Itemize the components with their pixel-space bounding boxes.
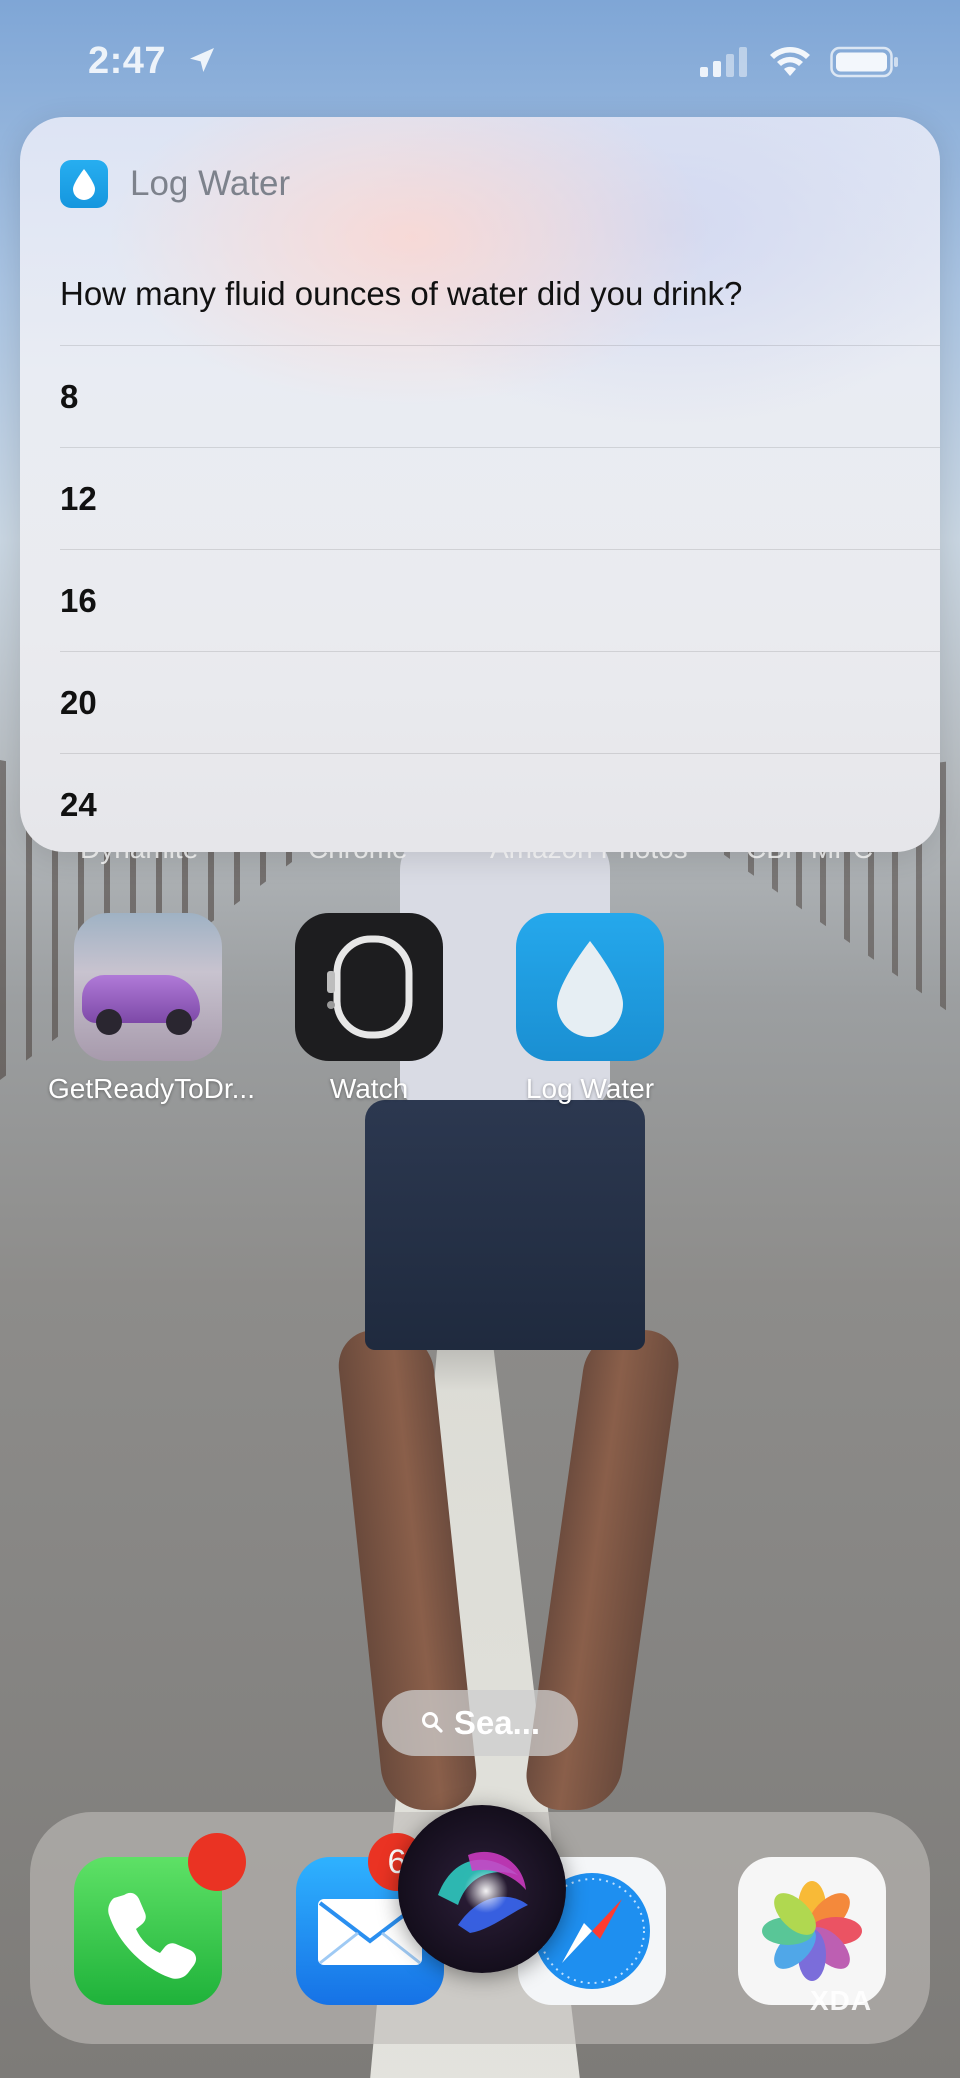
card-header: Log Water	[60, 159, 290, 209]
dock-photos-app[interactable]	[738, 1857, 886, 2005]
option-8[interactable]: 8	[60, 345, 940, 447]
app-label-watch: Watch	[329, 1073, 409, 1104]
option-list: 8 12 16 20 24	[60, 345, 940, 852]
card-question: How many fluid ounces of water did you d…	[60, 275, 743, 312]
siri-shortcut-card: Log Water How many fluid ounces of water…	[20, 117, 940, 852]
option-24[interactable]: 24	[60, 753, 940, 852]
search-label: Sea...	[453, 1704, 541, 1741]
search-icon	[420, 1704, 444, 1742]
watch-icon	[295, 913, 443, 1061]
water-drop-icon	[516, 913, 664, 1061]
water-drop-icon	[60, 160, 108, 208]
car-photo-icon	[74, 913, 222, 1061]
home-search-pill[interactable]: Sea...	[382, 1690, 578, 1756]
option-16[interactable]: 16	[60, 549, 940, 651]
option-12[interactable]: 12	[60, 447, 940, 549]
status-bar: 2:47	[0, 0, 960, 120]
app-log-water[interactable]: Log Water	[490, 913, 690, 1105]
app-label-getready: GetReadyToDr...	[48, 1073, 255, 1104]
cellular-signal-icon	[700, 47, 750, 82]
phone-badge	[188, 1833, 246, 1891]
card-app-name: Log Water	[130, 164, 291, 203]
wifi-icon	[768, 46, 812, 83]
app-label-log-water: Log Water	[525, 1073, 655, 1104]
xda-watermark: XDA	[810, 1985, 873, 2016]
app-watch[interactable]: Watch	[269, 913, 469, 1105]
option-20[interactable]: 20	[60, 651, 940, 753]
battery-icon	[830, 46, 900, 83]
siri-orb-icon[interactable]	[398, 1805, 566, 1973]
location-arrow-icon	[186, 44, 218, 81]
status-time: 2:47	[88, 40, 167, 82]
app-getreadytodrive[interactable]: GetReadyToDr...	[48, 913, 255, 1105]
